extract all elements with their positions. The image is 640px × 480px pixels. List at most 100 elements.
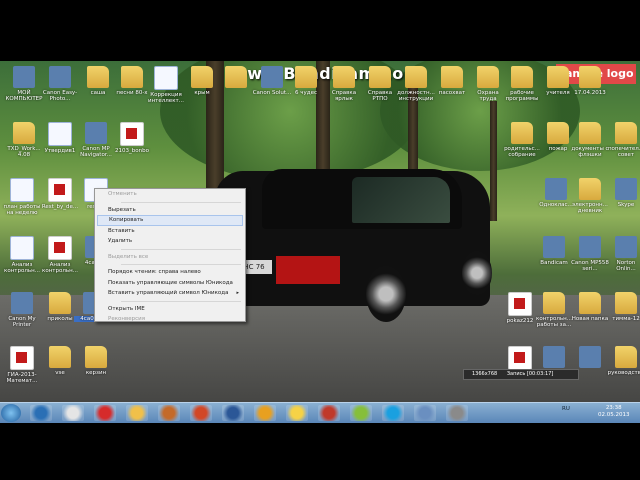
desktop-icon[interactable]: Canon MP Navigator... xyxy=(76,122,116,158)
desktop-icon-label: 6 чудес xyxy=(295,90,317,96)
document-icon xyxy=(154,66,178,90)
desktop-icon[interactable]: Canon My Printer xyxy=(2,292,42,328)
desktop-icon-label: рабочие программы xyxy=(505,90,539,102)
clock[interactable]: 23:38 02.05.2013 xyxy=(598,405,630,419)
document-icon xyxy=(48,122,72,146)
menu-item[interactable]: Показать управляющие символы Юникода xyxy=(95,278,245,289)
word-taskbar-icon[interactable] xyxy=(222,405,244,421)
powerpoint-taskbar-icon[interactable] xyxy=(190,405,212,421)
menu-item[interactable]: Вставить xyxy=(95,226,245,237)
desktop-icon-label: руководство xyxy=(607,370,640,376)
menu-item[interactable]: Открыть IME xyxy=(95,304,245,315)
folder-icon xyxy=(615,346,637,368)
mail-taskbar-icon[interactable] xyxy=(286,405,308,421)
desktop-icon-label: крым xyxy=(194,90,210,96)
game-taskbar-icon[interactable] xyxy=(318,405,340,421)
desktop-icon[interactable] xyxy=(216,66,256,90)
menu-item-label: Удалить xyxy=(108,238,133,244)
menu-item[interactable]: Вставить управляющий символ Юникода ▸ xyxy=(95,288,245,299)
menu-item[interactable]: Вырезать xyxy=(95,205,245,216)
desktop-icon-label: попечител... совет xyxy=(607,146,640,158)
language-indicator[interactable]: RU xyxy=(562,406,570,412)
desktop-icon[interactable]: ГИА-2013-Математ... xyxy=(2,346,42,384)
menu-separator xyxy=(121,264,241,265)
desktop-icon[interactable] xyxy=(534,346,574,370)
desktop-icon[interactable]: Справка ярлык xyxy=(324,66,364,102)
desktop-icon[interactable]: Canon MP558 seri... xyxy=(570,236,610,272)
menu-item-label: Отменить xyxy=(108,191,137,197)
desktop-icon[interactable]: должностн... инструкции xyxy=(396,66,436,102)
yandex-taskbar-icon[interactable] xyxy=(94,405,116,421)
desktop-icon-label: должностн... инструкции xyxy=(397,90,435,102)
desktop-icon[interactable]: Коррекция интеллект... xyxy=(146,66,186,104)
desktop-icon[interactable]: план работы на неделю xyxy=(2,178,42,216)
desktop-icon[interactable]: 17.04.2013 xyxy=(570,66,610,96)
desktop-icon-label: Справка ярлык xyxy=(331,90,357,102)
skype-taskbar-icon[interactable] xyxy=(382,405,404,421)
folder-icon xyxy=(579,292,601,314)
desktop-icon[interactable]: контрольн... работы за... xyxy=(534,292,574,328)
folder-taskbar-icon[interactable] xyxy=(126,405,148,421)
menu-item-label: Вставить xyxy=(108,227,135,234)
chrome-taskbar-icon[interactable] xyxy=(62,405,84,421)
desktop-icon[interactable]: Skype xyxy=(606,178,640,208)
menu-item[interactable]: Копировать xyxy=(97,215,243,226)
desktop-icon[interactable]: тимма-12 xyxy=(606,292,640,322)
start-button[interactable] xyxy=(1,404,21,422)
app2-taskbar-icon[interactable] xyxy=(446,405,468,421)
media-taskbar-icon[interactable] xyxy=(254,405,276,421)
desktop-icon[interactable]: МОЙ КОМПЬЮТЕР xyxy=(4,66,44,102)
desktop-icon[interactable]: Norton Onlin... xyxy=(606,236,640,272)
desktop-icon-label: контрольн... работы за... xyxy=(536,316,572,328)
menu-item[interactable]: Порядок чтения: справа налево xyxy=(95,267,245,278)
folder-icon xyxy=(543,292,565,314)
desktop-icon[interactable]: родительс... собрание xyxy=(502,122,542,158)
menu-item: Выделить все xyxy=(95,252,245,263)
desktop-icon[interactable]: Canon Easy-Photo... xyxy=(40,66,80,102)
desktop-icon[interactable]: электронн... дневник xyxy=(570,178,610,214)
desktop-icon[interactable]: Справка РТПО xyxy=(360,66,400,102)
desktop-icon-label: документы с флэшки xyxy=(571,146,609,158)
menu-item[interactable]: Удалить xyxy=(95,236,245,247)
submenu-arrow-icon: ▸ xyxy=(236,290,239,296)
desktop-icon[interactable]: 6 чудес xyxy=(286,66,326,96)
desktop-icon[interactable]: Новая папка xyxy=(570,292,610,322)
desktop-icon[interactable]: пасохват xyxy=(432,66,472,96)
desktop-icon[interactable]: керзин xyxy=(76,346,116,376)
desktop-icon[interactable]: документы с флэшки xyxy=(570,122,610,158)
desktop-icon-label: Rest_by_de... xyxy=(41,204,79,210)
menu-item-label: Выделить все xyxy=(108,253,149,260)
folder-icon xyxy=(547,122,569,144)
desktop-icon[interactable]: Утвердив1 xyxy=(40,122,80,154)
menu-item-label: Вставить управляющий символ Юникода xyxy=(108,290,229,296)
leaf-taskbar-icon[interactable] xyxy=(350,405,372,421)
folder-icon xyxy=(579,66,601,88)
desktop-icon-label: пасохват xyxy=(438,90,466,96)
desktop-icon[interactable]: Rest_by_de... xyxy=(40,178,80,210)
desktop-icon[interactable]: попечител... совет xyxy=(606,122,640,158)
desktop-icon[interactable]: Bandicam xyxy=(534,236,574,266)
desktop-icon[interactable]: Анализ контрольн... xyxy=(40,236,80,274)
app1-taskbar-icon[interactable] xyxy=(414,405,436,421)
desktop-icon[interactable]: TXD_Work... 4.08 xyxy=(4,122,44,158)
folder-icon xyxy=(511,66,533,88)
clock-time: 23:38 xyxy=(605,405,622,411)
windows-explorer-taskbar-icon[interactable] xyxy=(30,405,52,421)
desktop-icon[interactable] xyxy=(570,346,610,370)
folder-icon xyxy=(225,66,247,88)
desktop-icon[interactable]: Анализ контрольн... xyxy=(2,236,42,274)
menu-separator xyxy=(121,201,241,203)
desktop-icon[interactable]: vse xyxy=(40,346,80,376)
application-icon xyxy=(261,66,283,88)
desktop-icon-label: Skype xyxy=(617,202,635,208)
tool-taskbar-icon[interactable] xyxy=(158,405,180,421)
desktop-icon[interactable]: рабочие программы xyxy=(502,66,542,102)
desktop-icon[interactable]: 2103_bonbo xyxy=(112,122,152,154)
desktop-icon-label: vse xyxy=(55,370,65,376)
desktop-icon-label: 2103_bonbo xyxy=(115,148,149,154)
context-menu[interactable]: Отменить Вырезать Копировать Вставить Удалит… xyxy=(94,188,246,322)
desktop-icon[interactable]: руководство xyxy=(606,346,640,376)
application-icon xyxy=(615,236,637,258)
recording-status: Запись [00:03:17] xyxy=(506,371,554,377)
menu-item-label: Копировать xyxy=(109,217,144,223)
